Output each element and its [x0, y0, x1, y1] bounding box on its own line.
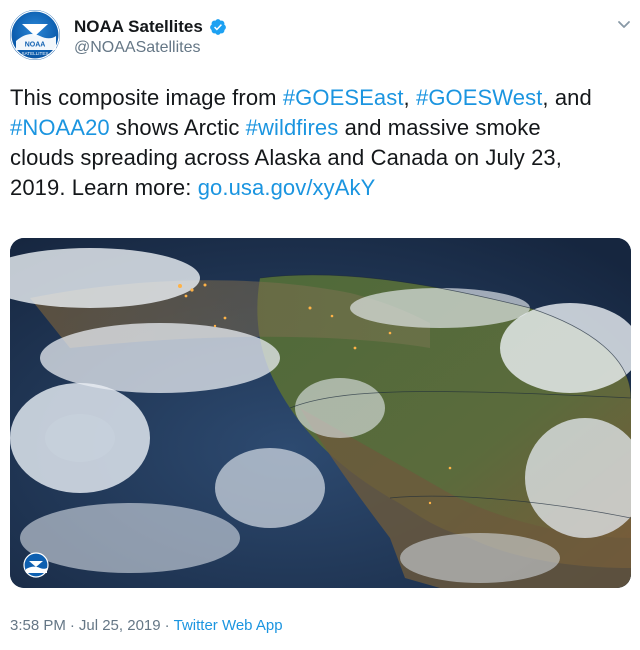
tweet-media-image[interactable] — [10, 238, 631, 588]
verified-badge-icon — [209, 19, 226, 35]
tweet-line-4: 2019. Learn more: go.usa.gov/xyAkY — [10, 173, 632, 203]
avatar-text-top: NOAA — [25, 42, 46, 49]
noaa-logo-icon: NOAA SATELLITES — [10, 10, 60, 60]
tweet-text-segment: 2019. Learn more: — [10, 175, 198, 200]
tweet-meta: 3:58 PM · Jul 25, 2019 · Twitter Web App — [10, 617, 283, 634]
tweet-text-segment: , — [403, 85, 416, 110]
tweet-text-segment: , and — [542, 85, 592, 110]
tweet-date[interactable]: Jul 25, 2019 — [79, 617, 161, 634]
hashtag-goeswest[interactable]: #GOESWest — [416, 85, 542, 110]
hashtag-wildfires[interactable]: #wildfires — [246, 115, 339, 140]
author-name-line: NOAA Satellites — [74, 15, 227, 39]
satellite-composite-image — [10, 238, 631, 588]
display-name[interactable]: NOAA Satellites — [74, 17, 203, 37]
hashtag-goeseast[interactable]: #GOESEast — [283, 85, 404, 110]
avatar[interactable]: NOAA SATELLITES — [10, 10, 60, 60]
tweet-text-segment: shows Arctic — [109, 115, 246, 140]
tweet-text-segment: and massive smoke — [338, 115, 541, 140]
avatar-text-bottom: SATELLITES — [22, 51, 49, 56]
noaa-watermark-icon — [23, 552, 49, 578]
tweet-source[interactable]: Twitter Web App — [174, 617, 283, 634]
tweet-text-segment: This composite image from — [10, 85, 283, 110]
separator: · — [164, 617, 170, 634]
tweet-line-3: clouds spreading across Alaska and Canad… — [10, 143, 632, 173]
hashtag-noaa20[interactable]: #NOAA20 — [10, 115, 110, 140]
tweet-link[interactable]: go.usa.gov/xyAkY — [198, 175, 376, 200]
tweet-text-segment: clouds spreading across Alaska and Canad… — [10, 145, 562, 170]
chevron-down-icon[interactable] — [616, 16, 632, 32]
tweet-time[interactable]: 3:58 PM — [10, 617, 66, 634]
tweet-line-1: This composite image from #GOESEast, #GO… — [10, 83, 632, 113]
tweet-line-2: #NOAA20 shows Arctic #wildfires and mass… — [10, 113, 632, 143]
author-handle[interactable]: @NOAASatellites — [74, 39, 201, 57]
separator: · — [69, 617, 75, 634]
tweet-text: This composite image from #GOESEast, #GO… — [10, 83, 632, 203]
